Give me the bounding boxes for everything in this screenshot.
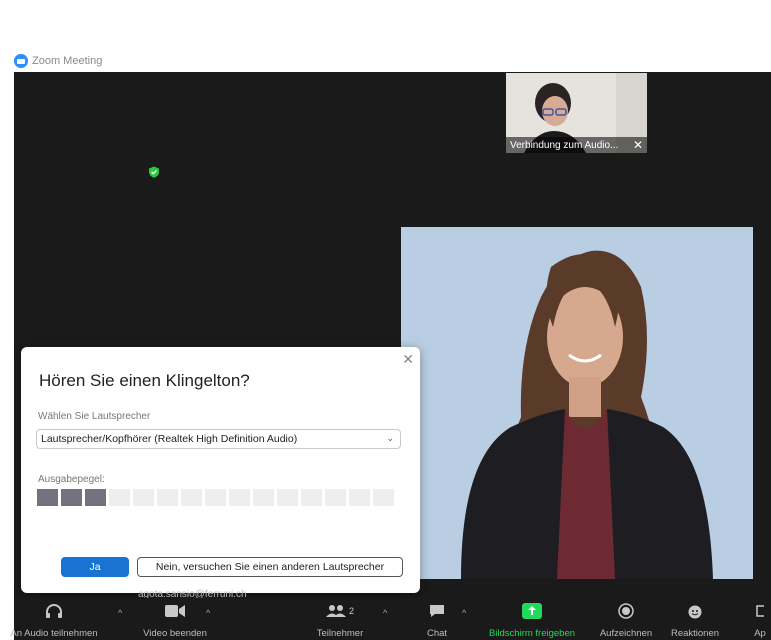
dialog-title: Hören Sie einen Klingelton? xyxy=(39,371,250,390)
output-level-segment xyxy=(157,489,178,506)
output-level-segment xyxy=(277,489,298,506)
self-view-video[interactable]: Verbindung zum Audio... ✕ xyxy=(506,73,647,153)
self-view-caption-text: Verbindung zum Audio... xyxy=(510,139,619,151)
audio-test-dialog: ✕ Hören Sie einen Klingelton? Wählen Sie… xyxy=(21,347,420,593)
record-button[interactable]: Aufzeichnen xyxy=(594,600,658,639)
audio-options-caret-icon[interactable]: ^ xyxy=(118,608,122,618)
output-level-segment xyxy=(349,489,370,506)
record-icon xyxy=(615,600,637,622)
output-level-segment xyxy=(325,489,346,506)
output-level-segment xyxy=(181,489,202,506)
reactions-label: Reaktionen xyxy=(670,628,720,639)
stop-video-button[interactable]: Video beenden xyxy=(140,600,210,639)
title-bar: Zoom Meeting xyxy=(14,52,102,70)
yes-button[interactable]: Ja xyxy=(61,557,129,577)
output-level-meter xyxy=(37,489,394,506)
output-level-segment xyxy=(373,489,394,506)
apps-icon xyxy=(753,600,767,622)
reactions-button[interactable]: Reaktionen xyxy=(666,600,724,639)
share-screen-label: Bildschirm freigeben xyxy=(488,628,576,639)
speaker-select-label: Wählen Sie Lautsprecher xyxy=(38,411,151,422)
chat-options-caret-icon[interactable]: ^ xyxy=(462,608,466,618)
apps-button[interactable]: Ap xyxy=(750,600,770,639)
chat-bubble-icon xyxy=(426,600,448,622)
chat-button[interactable]: Chat xyxy=(420,600,454,639)
output-level-segment xyxy=(301,489,322,506)
speaker-select-value: Lautsprecher/Kopfhörer (Realtek High Def… xyxy=(41,433,298,445)
shield-check-icon xyxy=(149,166,159,178)
video-options-caret-icon[interactable]: ^ xyxy=(206,608,210,618)
join-audio-label: An Audio teilnehmen xyxy=(10,628,98,639)
participants-label: Teilnehmer xyxy=(316,628,364,639)
share-screen-button[interactable]: Bildschirm freigeben xyxy=(482,600,582,639)
close-icon[interactable]: ✕ xyxy=(633,138,643,152)
emoji-smile-icon xyxy=(684,600,706,622)
record-label: Aufzeichnen xyxy=(599,628,653,639)
output-level-segment xyxy=(37,489,58,506)
main-video-participant[interactable] xyxy=(401,227,753,579)
participant-person xyxy=(401,227,753,579)
output-level-segment xyxy=(109,489,130,506)
self-view-caption: Verbindung zum Audio... xyxy=(506,137,647,153)
participants-count: 2 xyxy=(348,606,354,616)
output-level-segment xyxy=(85,489,106,506)
participants-icon: 2 xyxy=(322,600,358,622)
try-another-speaker-button[interactable]: Nein, versuchen Sie einen anderen Lautsp… xyxy=(137,557,403,577)
output-level-segment xyxy=(229,489,250,506)
speaker-select[interactable]: Lautsprecher/Kopfhörer (Realtek High Def… xyxy=(36,429,401,449)
window-title: Zoom Meeting xyxy=(32,55,103,67)
output-level-segment xyxy=(133,489,154,506)
video-camera-icon xyxy=(164,600,186,622)
share-screen-icon xyxy=(521,600,543,622)
meeting-toolbar: An Audio teilnehmen ^ Video beenden ^ 2 … xyxy=(10,598,771,640)
participants-button[interactable]: 2 Teilnehmer xyxy=(310,600,370,639)
apps-label: Ap xyxy=(754,628,766,639)
chat-label: Chat xyxy=(426,628,448,639)
output-level-label: Ausgabepegel: xyxy=(38,474,105,485)
output-level-segment xyxy=(253,489,274,506)
chevron-down-icon: ⌄ xyxy=(386,433,394,443)
headphones-icon xyxy=(43,600,65,622)
stop-video-label: Video beenden xyxy=(143,628,207,639)
close-dialog-icon[interactable]: ✕ xyxy=(402,351,414,368)
participants-options-caret-icon[interactable]: ^ xyxy=(383,608,387,618)
zoom-logo-icon xyxy=(14,54,28,68)
output-level-segment xyxy=(61,489,82,506)
join-audio-button[interactable]: An Audio teilnehmen xyxy=(0,600,108,639)
output-level-segment xyxy=(205,489,226,506)
